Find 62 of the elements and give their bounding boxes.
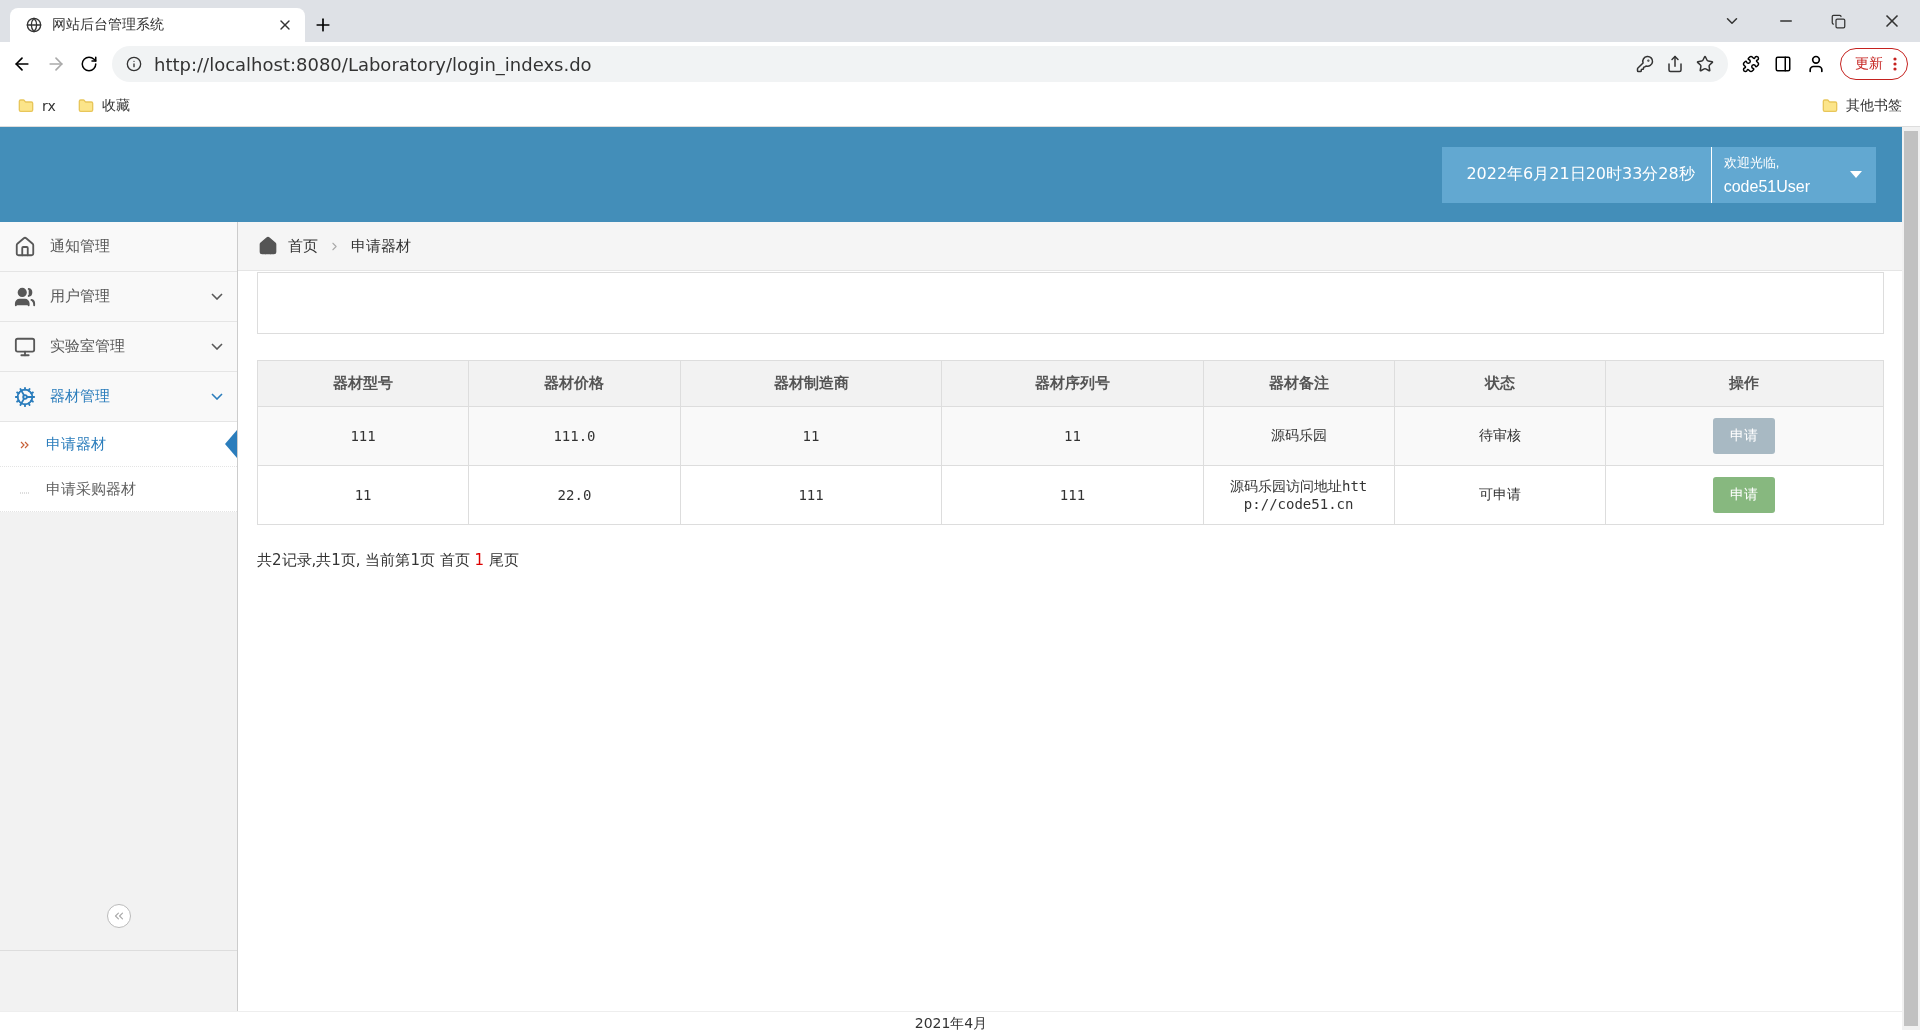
page-link[interactable]: 尾页	[488, 551, 519, 569]
table-cell: 源码乐园访问地址http://code51.cn	[1203, 465, 1395, 525]
key-icon[interactable]	[1636, 55, 1654, 73]
column-header: 操作	[1605, 360, 1884, 407]
footer-text: 2021年4月	[0, 1011, 1902, 1030]
dotted-line-icon	[20, 491, 30, 494]
scrollbar[interactable]	[1902, 127, 1920, 1030]
tab-title: 网站后台管理系统	[52, 16, 165, 34]
column-header: 器材备注	[1203, 360, 1395, 407]
bookmark-link[interactable]: rx	[42, 98, 56, 114]
caret-icon	[1850, 171, 1862, 178]
home-icon	[258, 236, 278, 256]
sidebar-item[interactable]: 实验室管理	[0, 322, 237, 372]
sidebar-item[interactable]: 器材管理	[0, 372, 237, 422]
column-header: 器材价格	[468, 360, 681, 407]
breadcrumb-link[interactable]: 首页	[288, 236, 318, 256]
star-icon[interactable]	[1696, 55, 1714, 73]
bookmark-link[interactable]: 收藏	[101, 97, 130, 115]
table-cell: 11	[941, 406, 1204, 466]
table-cell: 111	[680, 465, 942, 525]
reload-icon[interactable]	[80, 55, 98, 73]
column-header: 器材型号	[257, 360, 469, 407]
table-cell: 源码乐园	[1203, 406, 1395, 466]
table-cell: 11	[257, 465, 469, 525]
table-cell: 22.0	[468, 465, 681, 525]
sidebar-item[interactable]: 通知管理	[0, 222, 237, 272]
puzzle-icon[interactable]	[1742, 55, 1760, 73]
globe-icon	[26, 17, 42, 33]
monitor-icon	[14, 335, 36, 358]
gear-icon	[14, 385, 36, 408]
restore-icon[interactable]	[1831, 13, 1846, 29]
sidebar-item[interactable]: 用户管理	[0, 272, 237, 322]
more-icon[interactable]	[1893, 57, 1897, 71]
browser-tab[interactable]: 网站后台管理系统	[10, 8, 305, 42]
profile-icon[interactable]	[1806, 54, 1826, 74]
table-cell: 111	[941, 465, 1204, 525]
column-header: 器材序列号	[941, 360, 1204, 407]
folder-icon	[77, 98, 94, 114]
column-header: 状态	[1394, 360, 1606, 407]
table-cell: 可申请	[1394, 465, 1606, 525]
info-icon	[126, 56, 142, 72]
bookmark-link[interactable]: 其他书签	[1846, 97, 1902, 115]
double-chevron-icon	[20, 440, 29, 449]
users-icon	[14, 285, 36, 308]
folder-icon	[18, 98, 34, 114]
update-button[interactable]: 更新	[1840, 48, 1908, 80]
table-cell: 11	[680, 406, 942, 466]
pagination-text: 共2记录,共1页, 当前第1页 首页 1 尾页	[257, 551, 520, 570]
page-link[interactable]: 1	[474, 551, 485, 569]
folder-icon	[1822, 98, 1838, 114]
column-header: 器材制造商	[680, 360, 942, 407]
share-icon[interactable]	[1666, 55, 1684, 73]
table-cell: 待审核	[1394, 406, 1606, 466]
table-cell: 111.0	[468, 406, 681, 466]
home-icon	[14, 235, 36, 258]
table-cell: 111	[257, 406, 469, 466]
url-text: http://localhost:8080/Laboratory/login_indexs.do	[154, 53, 593, 75]
address-bar[interactable]: http://localhost:8080/Laboratory/login_indexs.do	[112, 46, 1728, 82]
datetime-display: 2022年6月21日20时33分28秒	[1442, 146, 1712, 203]
sidebar-subitem[interactable]: 申请器材	[0, 422, 237, 467]
sidebar-subitem[interactable]: 申请采购器材	[0, 467, 237, 512]
side-panel-icon[interactable]	[1774, 55, 1792, 73]
